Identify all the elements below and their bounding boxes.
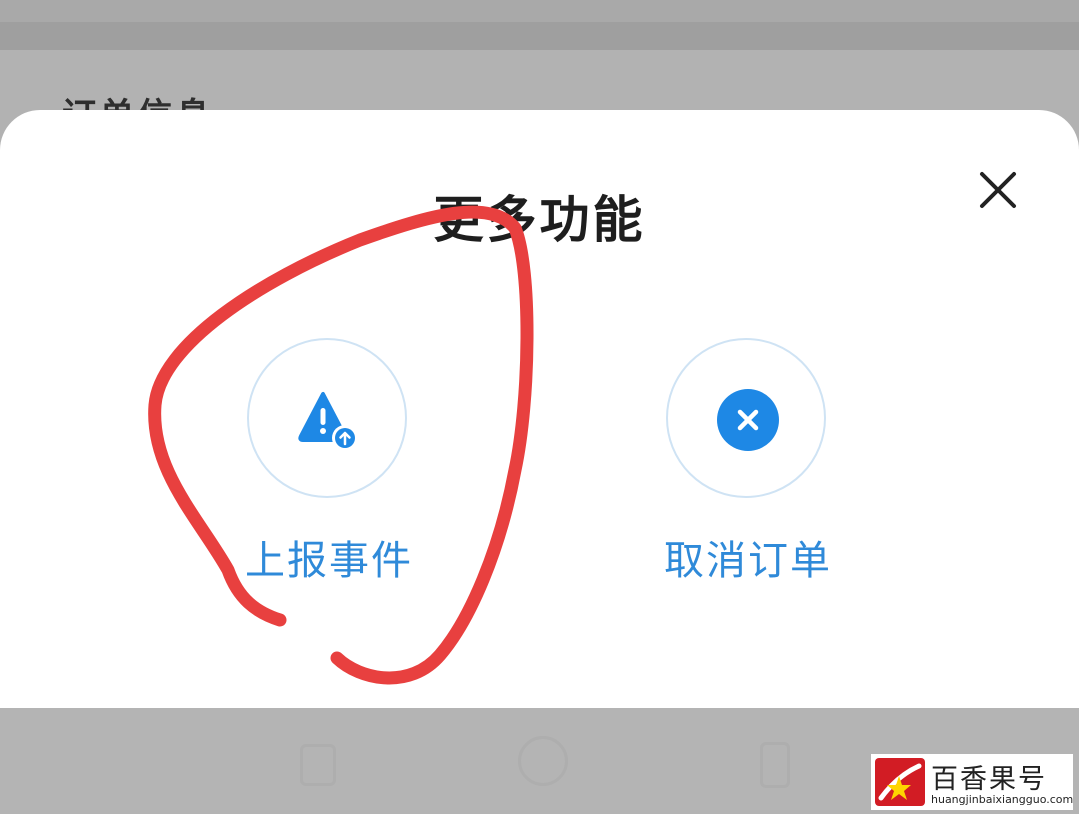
background-top-band bbox=[0, 0, 1079, 22]
report-event-action[interactable]: 上报事件 bbox=[209, 338, 449, 588]
report-event-icon-circle bbox=[247, 338, 407, 498]
cancel-order-label: 取消订单 bbox=[664, 538, 832, 584]
background-header-strip bbox=[0, 22, 1079, 50]
warning-upload-icon bbox=[298, 392, 358, 451]
faint-bottom-icon bbox=[518, 736, 568, 786]
watermark: 百香果号 huangjinbaixiangguo.com bbox=[871, 754, 1073, 810]
close-icon bbox=[980, 172, 1016, 208]
watermark-name: 百香果号 bbox=[931, 764, 1047, 795]
cancel-circle-icon bbox=[717, 389, 779, 451]
report-event-label: 上报事件 bbox=[245, 538, 413, 584]
cancel-order-icon-circle bbox=[666, 338, 826, 498]
watermark-url: huangjinbaixiangguo.com bbox=[931, 793, 1074, 806]
cancel-order-action[interactable]: 取消订单 bbox=[628, 338, 868, 588]
faint-bottom-icon bbox=[300, 744, 336, 786]
close-button[interactable] bbox=[974, 166, 1022, 214]
watermark-logo bbox=[875, 758, 925, 806]
star-flag-icon bbox=[878, 763, 922, 801]
faint-bottom-icon bbox=[760, 742, 790, 788]
sheet-title: 更多功能 bbox=[433, 191, 646, 249]
